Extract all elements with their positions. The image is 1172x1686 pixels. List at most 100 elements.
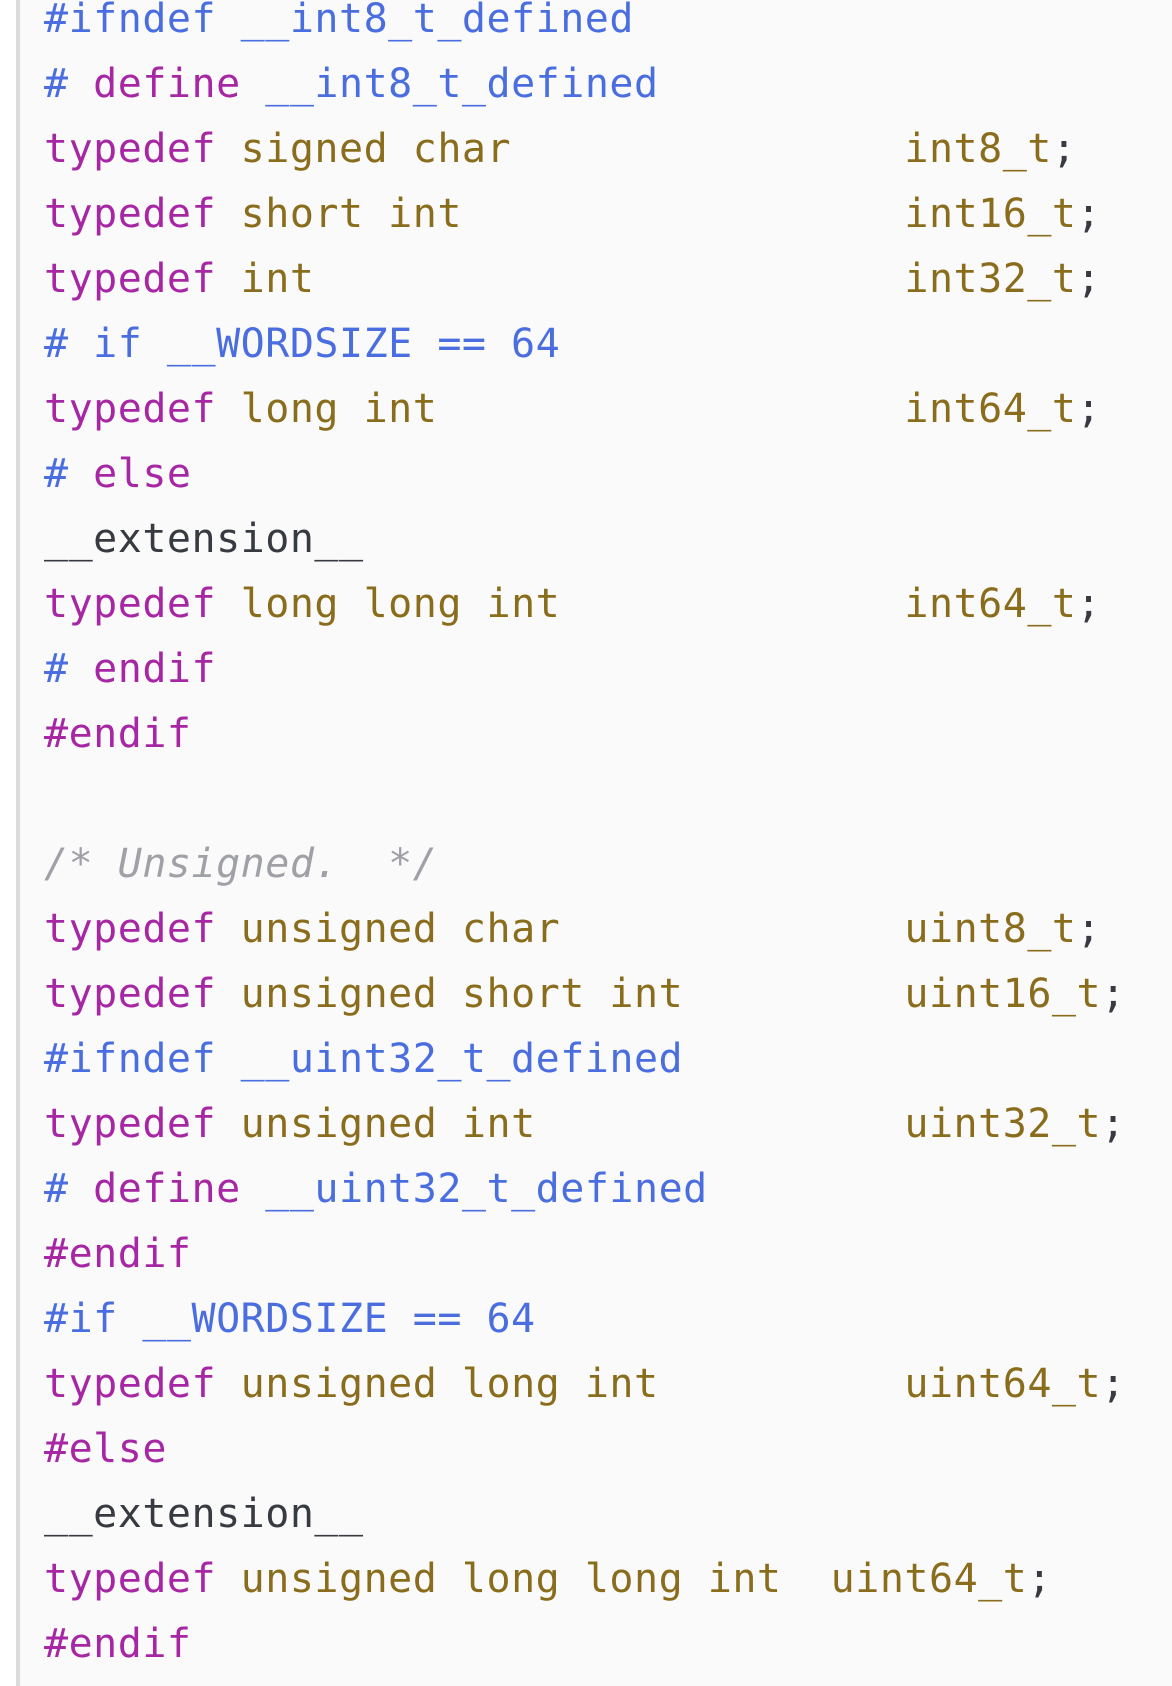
code-line: # define __int8_t_defined <box>44 52 1126 117</box>
code-token: typedef <box>44 256 217 302</box>
code-line: #endif <box>44 1612 1126 1677</box>
code-token: ; <box>1076 256 1102 302</box>
code-token: long int <box>240 386 438 432</box>
code-token: ; <box>1101 971 1126 1017</box>
code-line: # if __WORDSIZE == 64 <box>44 312 1126 377</box>
code-token: signed char <box>240 126 512 172</box>
code-line: typedef unsigned short int uint16_t; <box>44 962 1126 1027</box>
code-token: __extension__ <box>44 516 364 562</box>
code-line: #endif <box>44 702 1126 767</box>
code-line: typedef unsigned char uint8_t; <box>44 897 1126 962</box>
code-token: #if __WORDSIZE == 64 <box>44 1296 536 1342</box>
code-token: ; <box>1027 1556 1052 1602</box>
code-token: long long int <box>240 581 561 627</box>
code-token: __int8_t_defined <box>240 0 634 42</box>
code-token: uint32_t <box>904 1101 1102 1147</box>
code-token: int64_t <box>904 581 1077 627</box>
code-token: typedef <box>44 1101 217 1147</box>
code-token: # <box>44 1166 94 1212</box>
code-line: # define __uint32_t_defined <box>44 1157 1126 1222</box>
code-token: typedef <box>44 191 217 237</box>
code-line: #ifndef __uint32_t_defined <box>44 1027 1126 1092</box>
code-line: typedef int int32_t; <box>44 247 1126 312</box>
code-lines: #ifndef __int8_t_defined # define __int8_… <box>44 0 1126 1677</box>
code-token: unsigned char <box>240 906 561 952</box>
code-token: typedef <box>44 906 217 952</box>
code-line: /* Unsigned. */ <box>44 832 1126 897</box>
code-line: typedef long int int64_t; <box>44 377 1126 442</box>
code-token: int8_t <box>904 126 1052 172</box>
code-line: typedef unsigned int uint32_t; <box>44 1092 1126 1157</box>
code-token: ; <box>1076 191 1102 237</box>
code-token: int64_t <box>904 386 1077 432</box>
code-token: unsigned long int <box>240 1361 659 1407</box>
code-token: __int8_t_defined <box>240 61 659 107</box>
code-token: # <box>44 646 94 692</box>
code-token: unsigned long long int <box>240 1556 782 1602</box>
code-token: int <box>240 256 315 302</box>
code-line: typedef unsigned long long int uint64_t; <box>44 1547 1126 1612</box>
code-token: int16_t <box>904 191 1077 237</box>
code-token: # if __WORDSIZE == 64 <box>44 321 561 367</box>
code-line: typedef signed char int8_t; <box>44 117 1126 182</box>
code-token: # <box>44 61 94 107</box>
code-token: # <box>44 451 94 497</box>
code-token: int32_t <box>904 256 1077 302</box>
code-token: ; <box>1076 581 1102 627</box>
code-line: #ifndef __int8_t_defined <box>44 0 1126 52</box>
code-line: #else <box>44 1417 1126 1482</box>
code-token: __uint32_t_defined <box>240 1166 708 1212</box>
code-token: uint8_t <box>904 906 1077 952</box>
code-line: __extension__ <box>44 507 1126 572</box>
code-token: ; <box>1101 1101 1126 1147</box>
code-token: #endif <box>44 711 192 757</box>
code-line: __extension__ <box>44 1482 1126 1547</box>
code-token: ; <box>1051 126 1077 172</box>
code-token: #ifndef __uint32_t_defined <box>44 1036 684 1082</box>
code-token: typedef <box>44 126 217 172</box>
code-token: define <box>93 61 241 107</box>
code-token: #endif <box>44 1621 192 1667</box>
code-line: # endif <box>44 637 1126 702</box>
code-token: ; <box>1101 1361 1126 1407</box>
code-token: uint64_t <box>830 1556 1028 1602</box>
code-token: #endif <box>44 1231 192 1277</box>
code-line: #endif <box>44 1222 1126 1287</box>
code-token: unsigned int <box>240 1101 536 1147</box>
code-token: ; <box>1076 386 1102 432</box>
code-token: typedef <box>44 386 217 432</box>
code-line: typedef unsigned long int uint64_t; <box>44 1352 1126 1417</box>
code-token: typedef <box>44 581 217 627</box>
code-token: uint64_t <box>904 1361 1102 1407</box>
code-token: typedef <box>44 1361 217 1407</box>
code-token: unsigned short int <box>240 971 684 1017</box>
code-token: typedef <box>44 971 217 1017</box>
code-token: /* Unsigned. */ <box>44 841 438 887</box>
code-token: __extension__ <box>44 1491 364 1537</box>
code-token: endif <box>93 646 217 692</box>
code-line: #if __WORDSIZE == 64 <box>44 1287 1126 1352</box>
code-block: #ifndef __int8_t_defined # define __int8_… <box>16 0 1172 1686</box>
code-token: define <box>93 1166 241 1212</box>
